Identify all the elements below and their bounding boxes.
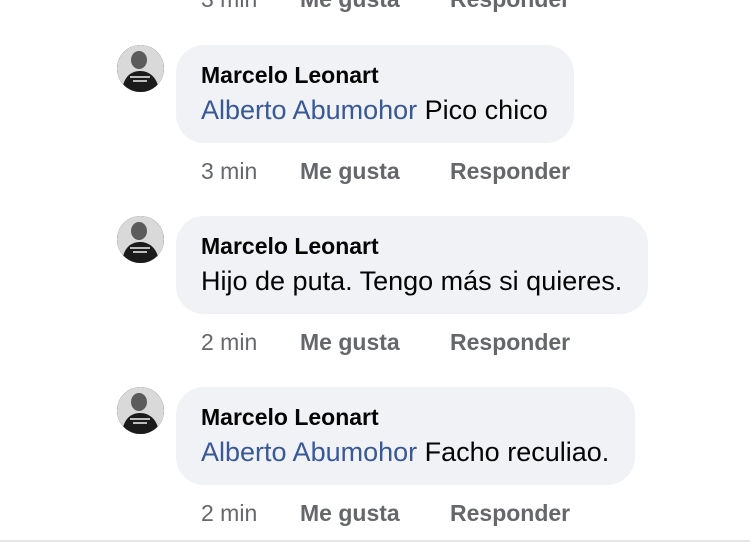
comment-timestamp[interactable]: 2 min — [201, 327, 300, 357]
comment-timestamp[interactable]: 3 min — [201, 156, 300, 186]
like-button[interactable]: Me gusta — [300, 0, 450, 12]
comment-bubble: Marcelo Leonart Hijo de puta. Tengo más … — [176, 216, 649, 314]
comment-body: Alberto Abumohor Facho reculiao. — [201, 434, 609, 470]
avatar-image — [117, 45, 164, 92]
avatar[interactable] — [117, 45, 164, 92]
like-button[interactable]: Me gusta — [300, 498, 450, 528]
avatar[interactable] — [117, 387, 164, 434]
previous-comment-actions: 3 min Me gusta Responder — [201, 0, 570, 12]
like-button[interactable]: Me gusta — [300, 156, 450, 186]
comment-body: Hijo de puta. Tengo más si quieres. — [201, 263, 622, 299]
comment-author[interactable]: Marcelo Leonart — [201, 59, 548, 91]
reply-button[interactable]: Responder — [450, 156, 570, 186]
comment-item: Marcelo Leonart Alberto Abumohor Pico ch… — [0, 45, 750, 215]
comment-item: Marcelo Leonart Hijo de puta. Tengo más … — [0, 216, 750, 386]
comment-thread: 3 min Me gusta Responder Marcelo Leonart… — [0, 0, 750, 551]
avatar-image — [117, 216, 164, 263]
comment-actions: 2 min Me gusta Responder — [201, 327, 570, 357]
mention-link[interactable]: Alberto Abumohor — [201, 95, 417, 125]
comment-body: Alberto Abumohor Pico chico — [201, 92, 548, 128]
reply-button[interactable]: Responder — [450, 498, 570, 528]
like-button[interactable]: Me gusta — [300, 327, 450, 357]
comment-item: Marcelo Leonart Alberto Abumohor Facho r… — [0, 387, 750, 551]
comment-bubble: Marcelo Leonart Alberto Abumohor Pico ch… — [176, 45, 574, 143]
comment-actions: 2 min Me gusta Responder — [201, 498, 570, 528]
comment-author[interactable]: Marcelo Leonart — [201, 230, 622, 262]
comment-text: Pico chico — [424, 95, 548, 125]
divider — [0, 540, 750, 542]
reply-button[interactable]: Responder — [450, 0, 570, 12]
comment-text: Hijo de puta. Tengo más si quieres. — [201, 266, 623, 296]
comment-timestamp[interactable]: 3 min — [201, 0, 300, 12]
comment-author[interactable]: Marcelo Leonart — [201, 401, 609, 433]
mention-link[interactable]: Alberto Abumohor — [201, 437, 417, 467]
reply-button[interactable]: Responder — [450, 327, 570, 357]
comment-timestamp[interactable]: 2 min — [201, 498, 300, 528]
comment-text: Facho reculiao. — [424, 437, 610, 467]
avatar[interactable] — [117, 216, 164, 263]
avatar-image — [117, 387, 164, 434]
comment-bubble: Marcelo Leonart Alberto Abumohor Facho r… — [176, 387, 636, 485]
comment-actions: 3 min Me gusta Responder — [201, 156, 570, 186]
